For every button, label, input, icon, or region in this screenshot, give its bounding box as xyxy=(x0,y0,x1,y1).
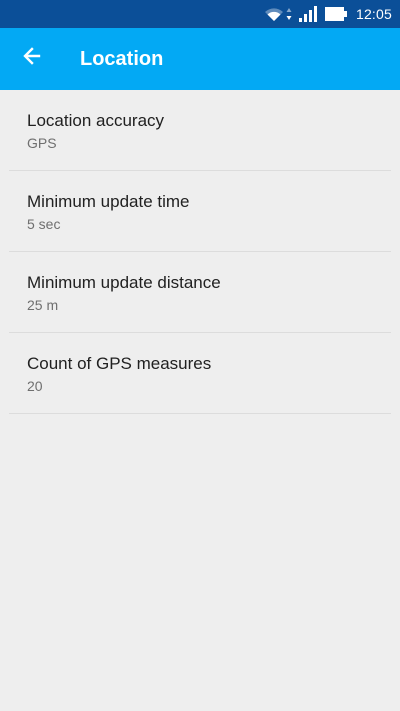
preferences-list: Location accuracy GPS Minimum update tim… xyxy=(9,90,391,414)
data-arrows-icon xyxy=(286,7,292,21)
status-bar: 12:05 xyxy=(0,0,400,28)
pref-title: Location accuracy xyxy=(27,111,165,130)
status-clock: 12:05 xyxy=(355,6,392,22)
page-title: Location xyxy=(80,48,164,70)
arrow-left-icon xyxy=(22,46,42,71)
pref-count-of-gps-measures[interactable]: Count of GPS measures 20 xyxy=(9,333,391,414)
battery-icon xyxy=(324,7,347,21)
pref-title: Minimum update distance xyxy=(27,273,221,292)
app-bar: Location xyxy=(0,28,400,90)
pref-minimum-update-time[interactable]: Minimum update time 5 sec xyxy=(9,171,391,252)
wifi-icon xyxy=(264,6,284,22)
pref-minimum-update-distance[interactable]: Minimum update distance 25 m xyxy=(9,252,391,333)
pref-summary: GPS xyxy=(27,135,57,151)
pref-summary: 20 xyxy=(27,378,43,394)
pref-title: Count of GPS measures xyxy=(27,354,212,373)
back-button[interactable] xyxy=(10,36,54,80)
pref-summary: 25 m xyxy=(27,297,59,313)
pref-location-accuracy[interactable]: Location accuracy GPS xyxy=(9,90,391,171)
status-icons: 12:05 xyxy=(264,0,392,28)
pref-summary: 5 sec xyxy=(27,216,61,232)
signal-icon xyxy=(298,6,317,22)
pref-title: Minimum update time xyxy=(27,192,190,211)
